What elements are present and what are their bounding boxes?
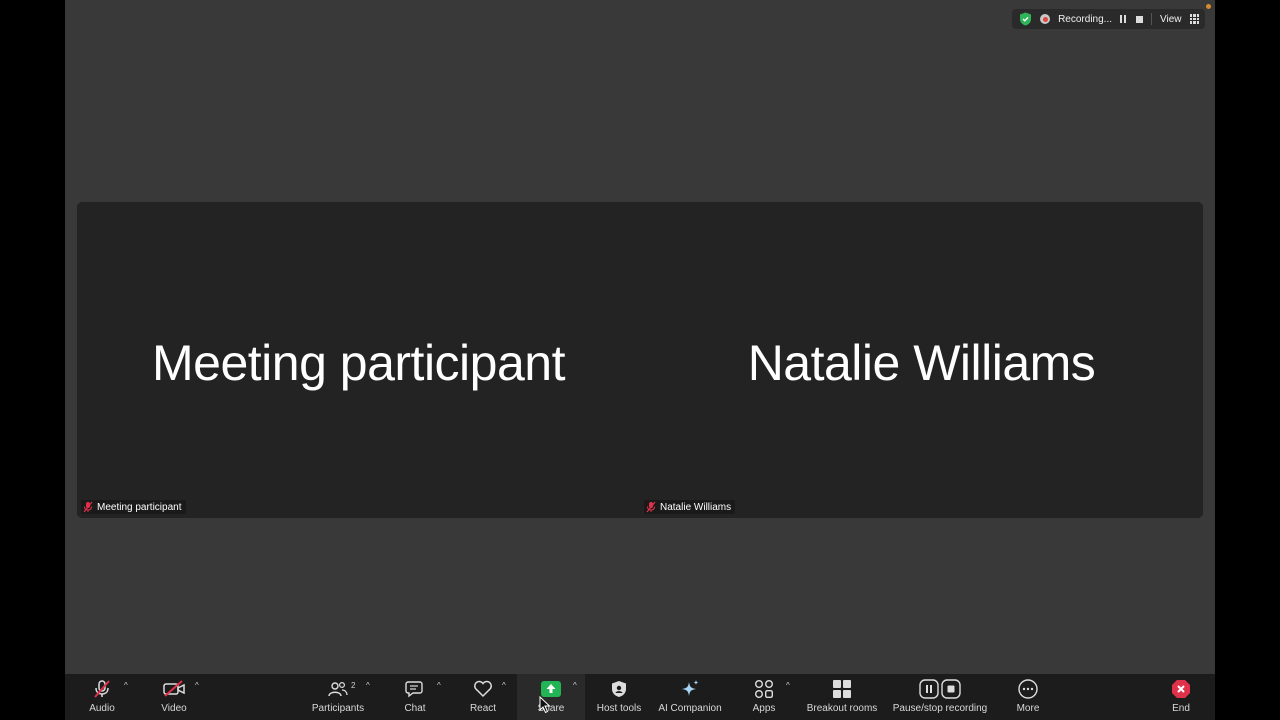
participants-count: 2 [351,681,356,690]
recording-status-label: Recording... [1058,13,1112,25]
host-tools-shield-icon [611,678,627,700]
meeting-window: Recording... View Meeting participant Me… [65,0,1215,720]
meeting-toolbar: Audio ^ Video ^ Participants 2 ^ Chat ^ [65,674,1215,720]
breakout-rooms-button[interactable]: Breakout rooms [805,674,879,720]
apps-button[interactable]: Apps [749,674,779,720]
participant-display-name: Natalie Williams [747,335,1096,391]
share-options-chevron-icon[interactable]: ^ [573,681,577,690]
end-meeting-button[interactable]: End [1166,674,1196,720]
breakout-rooms-icon [833,678,851,700]
view-button-label[interactable]: View [1160,14,1182,25]
react-button[interactable]: React [468,674,498,720]
apps-icon [754,678,774,700]
ai-companion-label: AI Companion [658,703,722,714]
video-off-icon [163,678,185,700]
video-tile-meeting-participant[interactable]: Meeting participant Meeting participant [77,202,640,518]
divider [1151,13,1152,25]
video-label: Video [161,703,187,714]
stop-recording-icon[interactable] [1136,15,1143,23]
muted-mic-icon [92,678,112,700]
more-icon [1018,678,1038,700]
pause-stop-recording-label: Pause/stop recording [892,703,988,714]
video-options-chevron-icon[interactable]: ^ [195,681,199,690]
chat-label: Chat [404,703,426,714]
video-tile-natalie-williams[interactable]: Natalie Williams Natalie Williams [640,202,1203,518]
audio-options-chevron-icon[interactable]: ^ [124,681,128,690]
encryption-shield-icon[interactable] [1018,12,1032,26]
apps-label: Apps [752,703,776,714]
chat-icon [405,678,425,700]
window-indicator-dot [1206,4,1211,9]
pause-stop-recording-button[interactable]: Pause/stop recording [890,674,990,720]
participant-name-label: Natalie Williams [660,501,732,513]
muted-mic-icon [83,501,93,513]
participants-label: Participants [311,703,365,714]
recording-indicator-icon [1040,14,1051,24]
view-grid-icon[interactable] [1189,14,1199,24]
breakout-rooms-label: Breakout rooms [806,703,878,714]
participant-name-tag: Natalie Williams [644,500,736,514]
chat-options-chevron-icon[interactable]: ^ [437,681,441,690]
participants-icon [328,678,348,700]
pause-stop-recording-icon [919,678,961,700]
heart-icon [473,678,493,700]
host-tools-button[interactable]: Host tools [593,674,645,720]
participant-name-tag: Meeting participant [81,500,186,514]
react-options-chevron-icon[interactable]: ^ [502,681,506,690]
more-label: More [1016,703,1040,714]
recording-status-bar: Recording... View [1012,9,1205,29]
audio-label: Audio [89,703,115,714]
end-label: End [1172,703,1190,714]
react-label: React [469,703,497,714]
muted-mic-icon [646,501,656,513]
participants-options-chevron-icon[interactable]: ^ [366,681,370,690]
participant-name-label: Meeting participant [97,501,182,513]
pause-recording-icon[interactable] [1120,15,1128,23]
participants-button[interactable]: Participants [306,674,370,720]
chat-button[interactable]: Chat [400,674,430,720]
video-button[interactable]: Video [159,674,189,720]
participant-display-name: Meeting participant [152,335,565,391]
end-icon [1171,678,1191,700]
apps-options-chevron-icon[interactable]: ^ [786,681,790,690]
ai-sparkle-icon [679,678,701,700]
host-tools-label: Host tools [596,703,642,714]
mouse-cursor-icon [539,696,551,714]
audio-button[interactable]: Audio [87,674,117,720]
more-button[interactable]: More [1013,674,1043,720]
ai-companion-button[interactable]: AI Companion [655,674,725,720]
